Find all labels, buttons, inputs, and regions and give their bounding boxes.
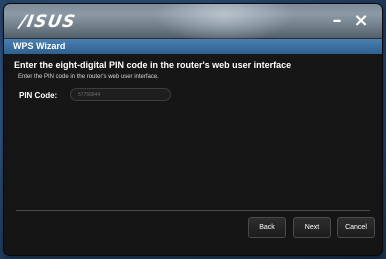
footer-divider [16, 210, 370, 211]
close-icon[interactable]: × [350, 10, 372, 32]
wizard-title: WPS Wizard [4, 39, 382, 54]
back-button[interactable]: Back [248, 217, 286, 238]
title-bar-highlight [154, 4, 294, 44]
title-bar[interactable]: /ISUS – × [4, 4, 382, 44]
pin-code-input[interactable] [70, 88, 171, 101]
instruction-text: Enter the PIN code in the router's web u… [18, 74, 159, 80]
asus-logo: /ISUS [18, 12, 78, 32]
wps-wizard-window: /ISUS – × WPS Wizard Enter the eight-dig… [4, 4, 382, 255]
pin-code-label: PIN Code: [19, 91, 58, 100]
instruction-heading: Enter the eight-digital PIN code in the … [14, 60, 292, 70]
cancel-button[interactable]: Cancel [337, 217, 375, 238]
next-button[interactable]: Next [293, 217, 331, 238]
minimize-icon[interactable]: – [326, 10, 348, 32]
